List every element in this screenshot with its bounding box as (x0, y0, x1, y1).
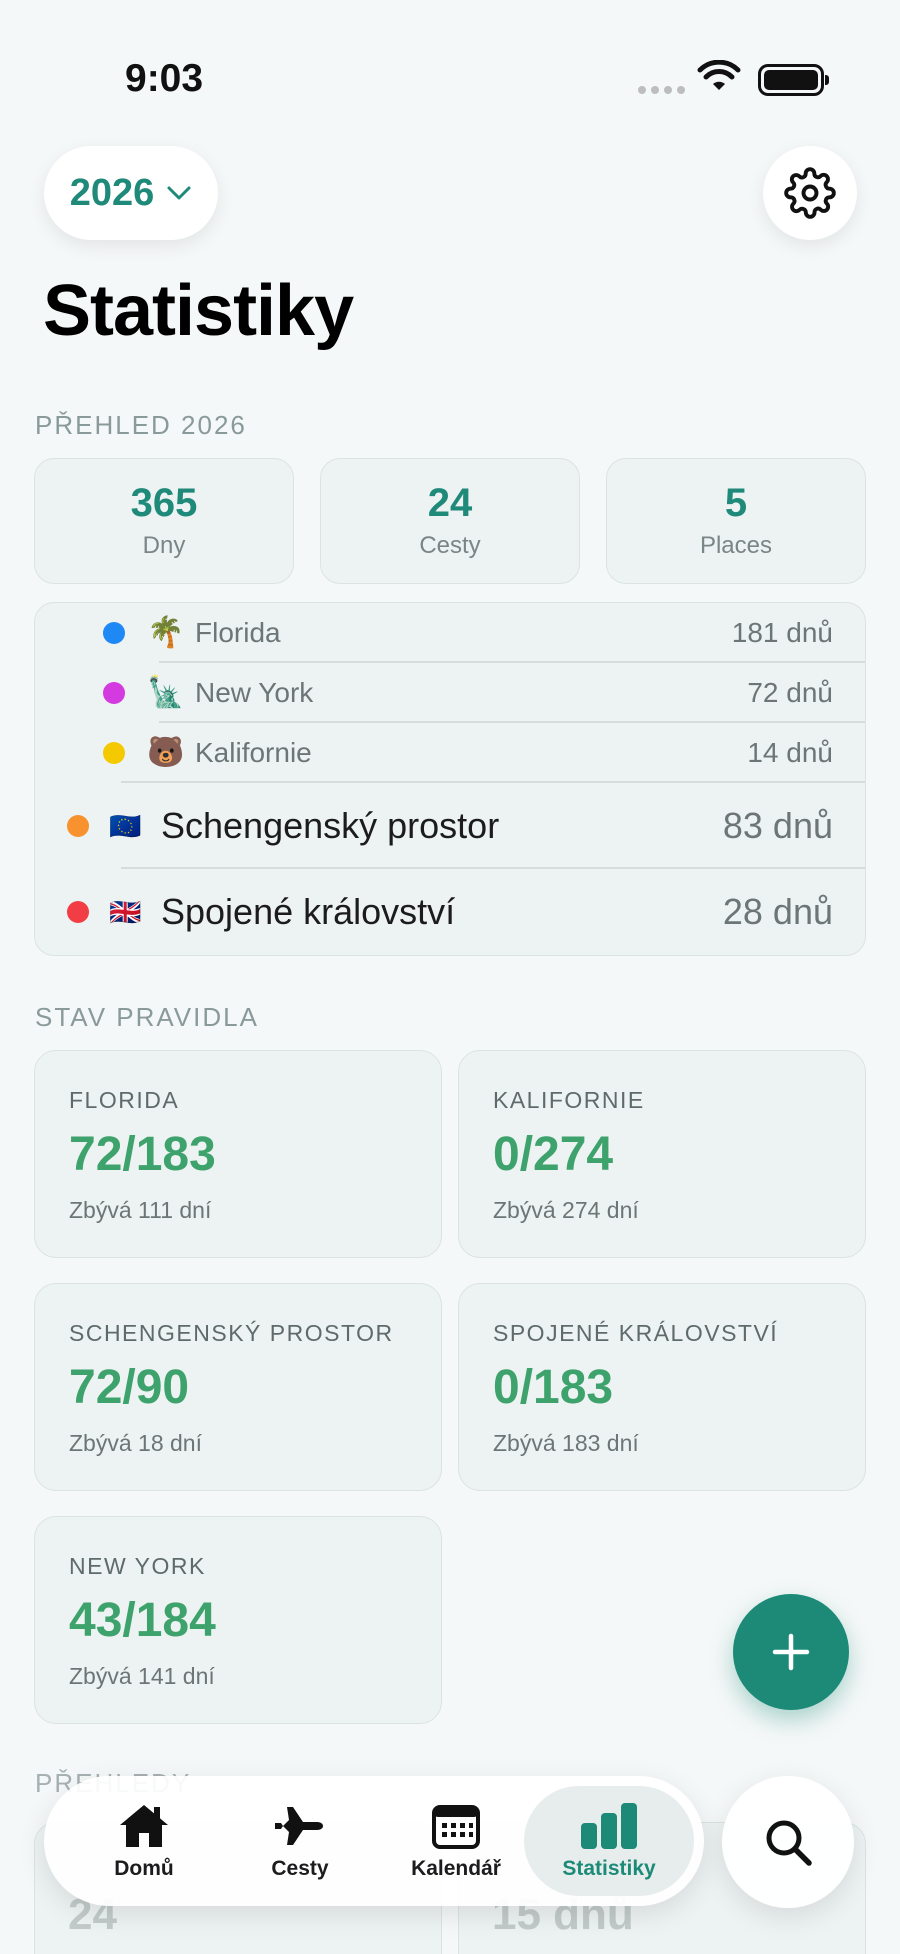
rule-name: FLORIDA (69, 1087, 180, 1113)
wifi-icon (697, 60, 741, 90)
battery-icon (758, 64, 829, 96)
stat-label: Places (699, 532, 773, 559)
search-icon (766, 1820, 812, 1866)
statue-of-liberty-icon: 🗽 (147, 676, 185, 709)
tab-calendar[interactable]: Kalendář (376, 1786, 536, 1896)
overview-section-label: PŘEHLED 2026 (35, 410, 247, 440)
place-row-new-york[interactable]: 🗽 New York 72 dnů (35, 663, 865, 723)
stat-card-days: 365 Dny (34, 458, 294, 584)
rule-name: SCHENGENSKÝ PROSTOR (69, 1320, 394, 1346)
tab-trips[interactable]: Cesty (220, 1786, 380, 1896)
plane-icon (275, 1807, 323, 1845)
rule-name: NEW YORK (69, 1553, 206, 1579)
chevron-down-icon (167, 186, 191, 200)
rule-card-kalifornie[interactable]: KALIFORNIE 0/274 Zbývá 274 dní (458, 1050, 866, 1258)
place-days: 72 dnů (747, 677, 833, 708)
rules-section-label: STAV PRAVIDLA (35, 1002, 259, 1032)
rule-card-uk[interactable]: SPOJENÉ KRÁLOVSTVÍ 0/183 Zbývá 183 dní (458, 1283, 866, 1491)
place-name: Florida (195, 617, 281, 648)
year-label: 2026 (69, 171, 155, 214)
place-days: 83 dnů (722, 805, 833, 846)
tab-label: Statistiky (562, 1857, 656, 1880)
rule-card-schengen[interactable]: SCHENGENSKÝ PROSTOR 72/90 Zbývá 18 dní (34, 1283, 442, 1491)
place-days: 14 dnů (747, 737, 833, 768)
signal-dots-icon (638, 86, 685, 94)
place-color-dot (103, 622, 125, 644)
tab-label: Kalendář (411, 1857, 501, 1880)
rule-name: KALIFORNIE (493, 1087, 645, 1113)
rule-value: 72/90 (69, 1361, 190, 1414)
rule-value: 72/183 (69, 1128, 216, 1181)
settings-button[interactable] (763, 146, 857, 240)
rule-remaining: Zbývá 141 dní (69, 1663, 215, 1689)
rule-card-florida[interactable]: FLORIDA 72/183 Zbývá 111 dní (34, 1050, 442, 1258)
uk-flag-icon: 🇬🇧 (109, 897, 142, 927)
plus-icon (772, 1633, 810, 1671)
tab-home[interactable]: Domů (64, 1786, 224, 1896)
place-color-dot (67, 901, 89, 923)
rule-remaining: Zbývá 18 dní (69, 1430, 202, 1456)
rule-card-new-york[interactable]: NEW YORK 43/184 Zbývá 141 dní (34, 1516, 442, 1724)
tab-bar: Domů Cesty Kalendář Statistiky (44, 1776, 704, 1906)
place-row-florida[interactable]: 🌴 Florida 181 dnů (35, 603, 865, 663)
gear-icon (784, 167, 836, 219)
tab-label: Cesty (271, 1857, 329, 1880)
place-color-dot (67, 815, 89, 837)
add-button[interactable] (733, 1594, 849, 1710)
place-days: 28 dnů (722, 891, 833, 932)
place-color-dot (103, 742, 125, 764)
tab-label: Domů (114, 1857, 174, 1880)
stat-card-trips: 24 Cesty (320, 458, 580, 584)
place-days: 181 dnů (731, 617, 833, 648)
year-selector[interactable]: 2026 (44, 146, 218, 240)
bear-icon: 🐻 (147, 736, 185, 769)
status-bar: 9:03 (0, 0, 900, 150)
rule-value: 0/183 (493, 1361, 614, 1414)
rule-name: SPOJENÉ KRÁLOVSTVÍ (493, 1320, 779, 1346)
place-row-uk[interactable]: 🇬🇧 Spojené království 28 dnů (35, 869, 865, 955)
place-name: New York (195, 677, 314, 708)
stat-value: 365 (130, 481, 198, 525)
search-button[interactable] (722, 1776, 854, 1908)
place-color-dot (103, 682, 125, 704)
rule-value: 0/274 (493, 1128, 614, 1181)
stat-value: 24 (427, 481, 473, 525)
chart-icon (581, 1803, 637, 1849)
rule-remaining: Zbývá 111 dní (69, 1197, 212, 1223)
stat-value: 5 (724, 481, 748, 525)
stat-label: Cesty (419, 532, 481, 559)
rule-remaining: Zbývá 274 dní (493, 1197, 639, 1223)
rule-remaining: Zbývá 183 dní (493, 1430, 639, 1456)
places-list: 🌴 Florida 181 dnů 🗽 New York 72 dnů 🐻 Ka… (34, 602, 866, 956)
stat-card-places: 5 Places (606, 458, 866, 584)
place-row-schengen[interactable]: 🇪🇺 Schengenský prostor 83 dnů (35, 783, 865, 869)
home-icon (120, 1805, 168, 1847)
place-name: Schengenský prostor (161, 805, 500, 846)
palm-tree-icon: 🌴 (147, 616, 185, 649)
eu-flag-icon: 🇪🇺 (109, 811, 142, 841)
place-row-kalifornie[interactable]: 🐻 Kalifornie 14 dnů (35, 723, 865, 783)
calendar-icon (432, 1805, 480, 1849)
place-name: Kalifornie (195, 737, 312, 768)
tab-statistics[interactable]: Statistiky (524, 1786, 694, 1896)
rule-value: 43/184 (69, 1594, 216, 1647)
page-title: Statistiky (43, 271, 354, 351)
place-name: Spojené království (161, 891, 456, 932)
stat-label: Dny (142, 532, 186, 559)
status-time: 9:03 (125, 57, 204, 100)
